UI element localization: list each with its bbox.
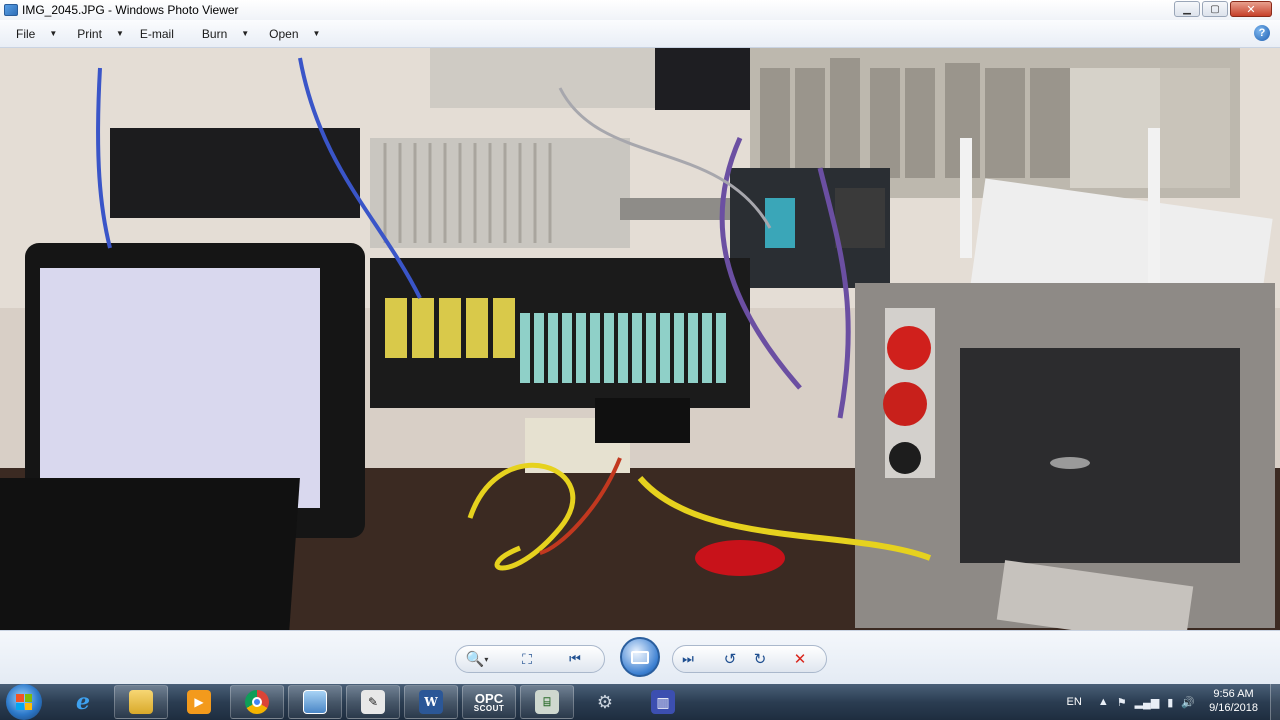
title-bar: IMG_2045.JPG - Windows Photo Viewer ▁ ▢ … bbox=[0, 0, 1280, 20]
volume-icon[interactable]: 🔊 bbox=[1181, 696, 1195, 709]
taskbar-engineering-tool[interactable]: ✎ bbox=[346, 685, 400, 719]
zoom-button[interactable]: 🔍 ▾ bbox=[456, 647, 498, 671]
taskbar-media-player[interactable]: ▶ bbox=[172, 685, 226, 719]
minimize-icon: ▁ bbox=[1183, 3, 1191, 15]
taskbar-internet-explorer[interactable]: e bbox=[56, 685, 110, 719]
menu-print[interactable]: Print ▼ bbox=[69, 23, 132, 45]
opc-scout-icon: OPC SCOUT bbox=[469, 689, 509, 715]
taskbar: e ▶ ✎ W OPC SCOUT ⌸ ⚙ ▥ EN ▲ ⚑ ▂▄▆ ▮ 🔊 9… bbox=[0, 684, 1280, 720]
taskbar-network-tool[interactable]: ⌸ bbox=[520, 685, 574, 719]
folder-icon bbox=[129, 690, 153, 714]
photo-image bbox=[0, 48, 1280, 630]
menu-file[interactable]: File ▼ bbox=[8, 23, 65, 45]
menu-open-label: Open bbox=[269, 26, 299, 41]
clock[interactable]: 9:56 AM 9/16/2018 bbox=[1209, 688, 1258, 716]
menu-email[interactable]: E-mail bbox=[132, 23, 182, 45]
previous-icon: ⏮ bbox=[569, 651, 581, 666]
menu-burn[interactable]: Burn ▼ bbox=[194, 23, 257, 45]
taskbar-chrome[interactable] bbox=[230, 685, 284, 719]
photo-drawing bbox=[0, 48, 1280, 630]
media-player-icon: ▶ bbox=[187, 690, 211, 714]
close-icon: ✕ bbox=[1246, 3, 1256, 16]
menu-file-label: File bbox=[16, 26, 36, 41]
window-title: IMG_2045.JPG - Windows Photo Viewer bbox=[22, 3, 239, 17]
previous-button[interactable]: ⏮ bbox=[560, 647, 590, 671]
taskbar-photo-viewer[interactable] bbox=[288, 685, 342, 719]
gear-icon: ⚙ bbox=[596, 691, 614, 712]
photo-viewer-icon bbox=[303, 690, 327, 714]
slideshow-icon bbox=[631, 650, 649, 664]
internet-explorer-icon: e bbox=[76, 689, 90, 715]
chevron-down-icon: ▼ bbox=[241, 29, 250, 38]
system-tray: EN ▲ ⚑ ▂▄▆ ▮ 🔊 9:56 AM 9/16/2018 bbox=[1067, 684, 1280, 720]
zoom-icon: 🔍 bbox=[465, 651, 485, 668]
slideshow-button[interactable] bbox=[620, 637, 660, 677]
action-center-icon[interactable]: ⚑ bbox=[1117, 696, 1127, 709]
clock-date: 9/16/2018 bbox=[1209, 702, 1258, 714]
word-icon: W bbox=[419, 690, 443, 714]
minimize-button[interactable]: ▁ bbox=[1174, 1, 1200, 17]
taskbar-file-explorer[interactable] bbox=[114, 685, 168, 719]
help-icon[interactable]: ? bbox=[1254, 25, 1270, 41]
window-controls: ▁ ▢ ✕ bbox=[1174, 1, 1272, 17]
chevron-down-icon: ▼ bbox=[312, 29, 321, 38]
maximize-icon: ▢ bbox=[1210, 3, 1220, 15]
menu-burn-label: Burn bbox=[201, 26, 228, 41]
taskbar-word[interactable]: W bbox=[404, 685, 458, 719]
menu-open[interactable]: Open ▼ bbox=[261, 23, 328, 45]
io-tool-icon: ▥ bbox=[651, 690, 675, 714]
network-tool-icon: ⌸ bbox=[535, 690, 559, 714]
delete-button[interactable]: ✕ bbox=[785, 647, 815, 671]
menu-print-label: Print bbox=[77, 26, 102, 41]
zoom-controls-group: 🔍 ▾ ⛶ ⏮ bbox=[455, 645, 605, 673]
language-indicator[interactable]: EN bbox=[1067, 696, 1082, 708]
chevron-down-icon: ▼ bbox=[49, 29, 58, 38]
rotate-counterclockwise-button[interactable]: ↺ bbox=[715, 647, 745, 671]
next-button[interactable]: ⏭ bbox=[673, 647, 703, 671]
rotate-counterclockwise-icon: ↺ bbox=[723, 651, 737, 668]
chrome-icon bbox=[245, 690, 269, 714]
rotate-clockwise-icon: ↻ bbox=[753, 651, 767, 668]
taskbar-io-tool[interactable]: ▥ bbox=[636, 685, 690, 719]
nav-controls-group: ⏭ ↺ ↻ ✕ bbox=[672, 645, 827, 673]
next-icon: ⏭ bbox=[682, 651, 694, 666]
menu-bar: File ▼ Print ▼ E-mail Burn ▼ Open ▼ ? bbox=[0, 20, 1280, 48]
photo-viewer-app-icon bbox=[4, 4, 18, 16]
close-button[interactable]: ✕ bbox=[1230, 1, 1272, 17]
show-hidden-icons-icon[interactable]: ▲ bbox=[1098, 696, 1109, 708]
rotate-clockwise-button[interactable]: ↻ bbox=[745, 647, 775, 671]
clock-time: 9:56 AM bbox=[1213, 688, 1254, 701]
signal-icon[interactable]: ▂▄▆ bbox=[1135, 696, 1160, 709]
windows-logo-icon bbox=[16, 694, 32, 710]
chevron-down-icon: ▼ bbox=[115, 29, 124, 38]
power-icon[interactable]: ▮ bbox=[1167, 696, 1173, 709]
taskbar-settings-tool[interactable]: ⚙ bbox=[578, 685, 632, 719]
actual-size-button[interactable]: ⛶ bbox=[512, 647, 542, 671]
actual-size-icon: ⛶ bbox=[522, 650, 532, 667]
delete-icon: ✕ bbox=[793, 651, 807, 668]
opc-scout-label-line2: SCOUT bbox=[473, 703, 505, 713]
opc-scout-label-line1: OPC bbox=[474, 690, 504, 706]
show-desktop-button[interactable] bbox=[1270, 684, 1280, 720]
taskbar-opc-scout[interactable]: OPC SCOUT bbox=[462, 685, 516, 719]
engineering-tool-icon: ✎ bbox=[361, 690, 385, 714]
start-button[interactable] bbox=[6, 684, 42, 720]
menu-email-label: E-mail bbox=[139, 26, 174, 41]
maximize-button[interactable]: ▢ bbox=[1202, 1, 1228, 17]
